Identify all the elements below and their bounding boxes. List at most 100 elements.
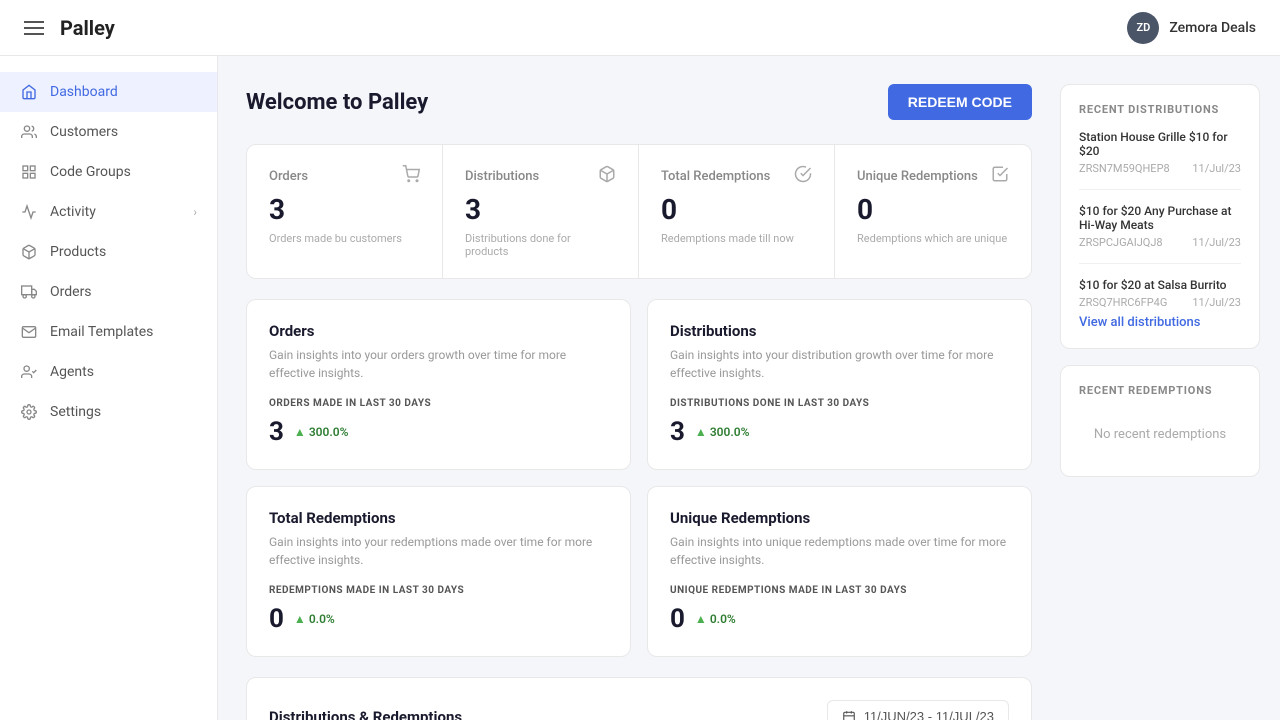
truck-icon bbox=[20, 283, 38, 301]
insight-dist-title: Distributions bbox=[670, 322, 1009, 340]
sidebar: Dashboard Customers Code Groups Activity… bbox=[0, 56, 218, 720]
box-open-icon bbox=[598, 165, 616, 187]
right-panel: RECENT DISTRIBUTIONS Station House Grill… bbox=[1060, 56, 1280, 720]
dist-item-2: $10 for $20 Any Purchase at Hi-Way Meats… bbox=[1079, 204, 1241, 264]
cart-icon bbox=[402, 165, 420, 187]
sidebar-item-customers[interactable]: Customers bbox=[0, 112, 217, 152]
company-name: Zemora Deals bbox=[1169, 20, 1256, 36]
insights-grid: Orders Gain insights into your orders gr… bbox=[246, 299, 1032, 657]
stat-dist-value: 3 bbox=[465, 193, 616, 226]
dist-item-1-name: Station House Grille $10 for $20 bbox=[1079, 130, 1241, 158]
sidebar-item-activity[interactable]: Activity › bbox=[0, 192, 217, 232]
insight-total-red-value: 0 ▲ 0.0% bbox=[269, 604, 608, 634]
redeem-code-button[interactable]: REDEEM CODE bbox=[888, 84, 1032, 120]
dist-item-3: $10 for $20 at Salsa Burrito ZRSQ7HRC6FP… bbox=[1079, 278, 1241, 309]
chart-card: Distributions & Redemptions 11/JUN/23 - … bbox=[246, 677, 1032, 720]
insight-unique-red-badge: ▲ 0.0% bbox=[695, 612, 736, 626]
insight-total-red-title: Total Redemptions bbox=[269, 509, 608, 527]
insight-distributions: Distributions Gain insights into your di… bbox=[647, 299, 1032, 470]
stat-unique-red-value: 0 bbox=[857, 193, 1009, 226]
app-body: Dashboard Customers Code Groups Activity… bbox=[0, 56, 1280, 720]
dist-item-1-date: 11/Jul/23 bbox=[1192, 162, 1241, 175]
sidebar-label-orders: Orders bbox=[50, 284, 92, 300]
insight-orders-title: Orders bbox=[269, 322, 608, 340]
dist-item-3-date: 11/Jul/23 bbox=[1192, 296, 1241, 309]
settings-icon bbox=[20, 403, 38, 421]
stat-total-redemptions: Total Redemptions 0 Redemptions made til… bbox=[639, 145, 835, 278]
sidebar-item-orders[interactable]: Orders bbox=[0, 272, 217, 312]
dist-item-2-code: ZRSPCJGAIJQJ8 bbox=[1079, 236, 1163, 249]
no-redemptions-message: No recent redemptions bbox=[1079, 411, 1241, 458]
insight-dist-value: 3 ▲ 300.0% bbox=[670, 417, 1009, 447]
sidebar-item-dashboard[interactable]: Dashboard bbox=[0, 72, 217, 112]
view-all-distributions-link[interactable]: View all distributions bbox=[1079, 315, 1241, 330]
chart-date-button[interactable]: 11/JUN/23 - 11/JUL/23 bbox=[827, 700, 1009, 720]
insight-unique-redemptions: Unique Redemptions Gain insights into un… bbox=[647, 486, 1032, 657]
page-title: Welcome to Palley bbox=[246, 90, 428, 115]
sidebar-item-products[interactable]: Products bbox=[0, 232, 217, 272]
user-check-icon bbox=[20, 363, 38, 381]
dist-item-3-meta: ZRSQ7HRC6FP4G 11/Jul/23 bbox=[1079, 296, 1241, 309]
chart-title: Distributions & Redemptions bbox=[269, 708, 462, 720]
home-icon bbox=[20, 83, 38, 101]
sidebar-label-products: Products bbox=[50, 244, 106, 260]
stat-total-red-value: 0 bbox=[661, 193, 812, 226]
box-icon bbox=[20, 243, 38, 261]
sidebar-label-activity: Activity bbox=[50, 204, 96, 220]
stat-orders-value: 3 bbox=[269, 193, 420, 226]
sidebar-label-dashboard: Dashboard bbox=[50, 84, 118, 100]
dist-item-3-name: $10 for $20 at Salsa Burrito bbox=[1079, 278, 1241, 292]
dist-item-1-code: ZRSN7M59QHEP8 bbox=[1079, 162, 1170, 175]
dist-item-2-date: 11/Jul/23 bbox=[1192, 236, 1241, 249]
stat-total-red-title: Total Redemptions bbox=[661, 169, 770, 184]
stat-unique-redemptions: Unique Redemptions 0 Redemptions which a… bbox=[835, 145, 1031, 278]
insight-total-redemptions: Total Redemptions Gain insights into you… bbox=[246, 486, 631, 657]
stat-unique-red-desc: Redemptions which are unique bbox=[857, 232, 1009, 245]
menu-icon[interactable] bbox=[24, 21, 44, 35]
sidebar-label-settings: Settings bbox=[50, 404, 101, 420]
insight-unique-red-desc: Gain insights into unique redemptions ma… bbox=[670, 533, 1009, 569]
activity-icon bbox=[20, 203, 38, 221]
dist-item-2-meta: ZRSPCJGAIJQJ8 11/Jul/23 bbox=[1079, 236, 1241, 249]
insight-total-red-desc: Gain insights into your redemptions made… bbox=[269, 533, 608, 569]
check-square-icon bbox=[991, 165, 1009, 187]
stat-dist-title: Distributions bbox=[465, 169, 539, 184]
stat-unique-red-title: Unique Redemptions bbox=[857, 169, 978, 184]
sidebar-label-code-groups: Code Groups bbox=[50, 164, 131, 180]
recent-red-title: RECENT REDEMPTIONS bbox=[1079, 384, 1241, 397]
sidebar-item-code-groups[interactable]: Code Groups bbox=[0, 152, 217, 192]
check-circle-icon bbox=[794, 165, 812, 187]
main-and-right: Welcome to Palley REDEEM CODE Orders 3 O… bbox=[218, 56, 1280, 720]
insight-unique-red-label: UNIQUE REDEMPTIONS MADE IN LAST 30 DAYS bbox=[670, 585, 1009, 596]
sidebar-item-agents[interactable]: Agents bbox=[0, 352, 217, 392]
chevron-right-icon: › bbox=[193, 205, 197, 219]
insight-orders-badge: ▲ 300.0% bbox=[294, 425, 349, 439]
topbar: Palley ZD Zemora Deals bbox=[0, 0, 1280, 56]
insight-total-red-badge: ▲ 0.0% bbox=[294, 612, 335, 626]
insight-dist-desc: Gain insights into your distribution gro… bbox=[670, 346, 1009, 382]
insight-orders: Orders Gain insights into your orders gr… bbox=[246, 299, 631, 470]
stat-orders: Orders 3 Orders made bu customers bbox=[247, 145, 443, 278]
stat-dist-desc: Distributions done for products bbox=[465, 232, 616, 258]
insight-dist-label: DISTRIBUTIONS DONE IN LAST 30 DAYS bbox=[670, 398, 1009, 409]
insight-orders-label: ORDERS MADE IN LAST 30 DAYS bbox=[269, 398, 608, 409]
stats-row: Orders 3 Orders made bu customers Distri… bbox=[246, 144, 1032, 279]
insight-unique-red-value: 0 ▲ 0.0% bbox=[670, 604, 1009, 634]
sidebar-label-customers: Customers bbox=[50, 124, 118, 140]
users-icon bbox=[20, 123, 38, 141]
sidebar-item-settings[interactable]: Settings bbox=[0, 392, 217, 432]
avatar: ZD bbox=[1127, 12, 1159, 44]
insight-orders-value: 3 ▲ 300.0% bbox=[269, 417, 608, 447]
sidebar-item-email-templates[interactable]: Email Templates bbox=[0, 312, 217, 352]
insight-total-red-label: REDEMPTIONS MADE IN LAST 30 DAYS bbox=[269, 585, 608, 596]
sidebar-label-email-templates: Email Templates bbox=[50, 324, 153, 340]
insight-orders-desc: Gain insights into your orders growth ov… bbox=[269, 346, 608, 382]
dist-item-3-code: ZRSQ7HRC6FP4G bbox=[1079, 296, 1167, 309]
dist-item-1: Station House Grille $10 for $20 ZRSN7M5… bbox=[1079, 130, 1241, 190]
sidebar-label-agents: Agents bbox=[50, 364, 94, 380]
page-header: Welcome to Palley REDEEM CODE bbox=[246, 84, 1032, 120]
mail-icon bbox=[20, 323, 38, 341]
app-logo: Palley bbox=[60, 16, 115, 40]
grid-icon bbox=[20, 163, 38, 181]
stat-orders-title: Orders bbox=[269, 169, 308, 184]
